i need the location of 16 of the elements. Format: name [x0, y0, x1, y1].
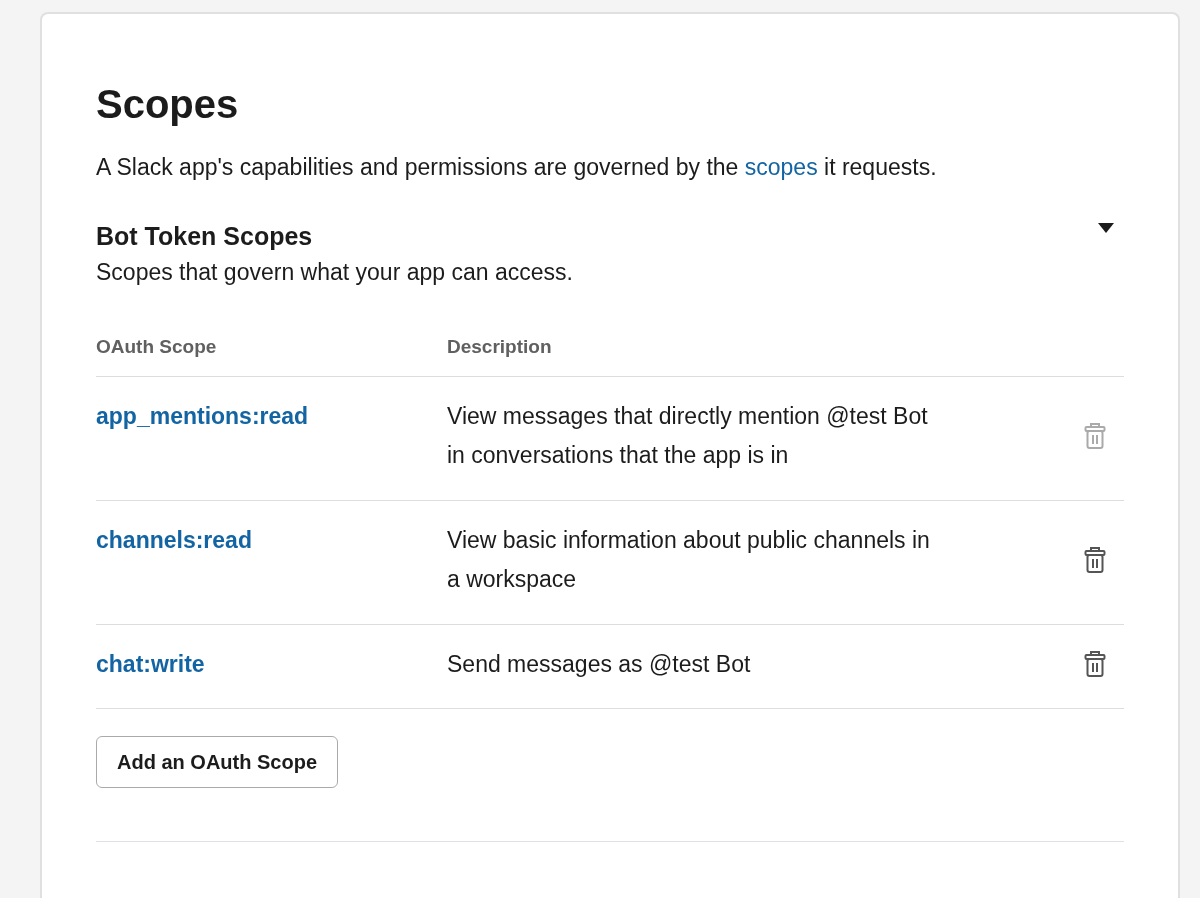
delete-icon[interactable]: [1084, 650, 1106, 679]
intro-text: A Slack app's capabilities and permissions are governed by the scopes it requests.: [96, 153, 938, 182]
scope-description: View basic information about public channels in a workspace: [447, 525, 931, 595]
section-title: Bot Token Scopes: [96, 220, 314, 251]
section-subtitle: Scopes that govern what your app can access.: [96, 257, 574, 287]
scope-link[interactable]: channels:read: [96, 526, 252, 553]
scope-description: View messages that directly mention @test Bot in conversations that the app is in: [447, 401, 929, 471]
page-title: Scopes: [96, 81, 240, 128]
scope-description: Send messages as @test Bot: [447, 649, 752, 679]
column-header: Description: [447, 335, 552, 359]
column-header: OAuth Scope: [96, 335, 218, 359]
add-scope-button[interactable]: Add an OAuth Scope: [96, 736, 338, 789]
scope-link[interactable]: chat:write: [96, 650, 205, 677]
delete-icon[interactable]: [1084, 546, 1106, 575]
scopes-link[interactable]: scopes: [744, 154, 818, 180]
collapse-toggle[interactable]: [1098, 220, 1114, 235]
